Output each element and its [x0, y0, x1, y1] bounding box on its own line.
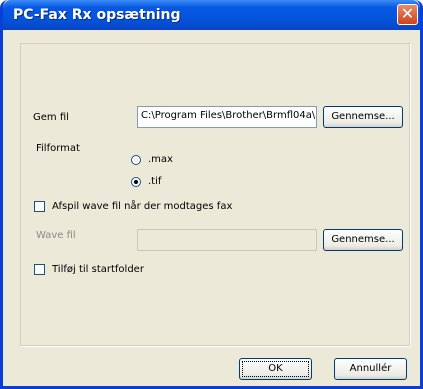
close-icon: ✕	[400, 4, 415, 23]
save-file-path-field[interactable]: C:\Program Files\Brother\Brmfl04a\	[137, 106, 317, 128]
wave-file-path-field[interactable]	[137, 229, 317, 251]
title-bar[interactable]: PC-Fax Rx opsætning ✕	[3, 0, 420, 30]
pcfax-rx-setup-dialog: PC-Fax Rx opsætning ✕ Gem fil C:\Program…	[0, 0, 423, 389]
focus-rectangle	[242, 361, 309, 377]
wave-file-label: Wave fil	[36, 230, 76, 241]
wave-file-browse-button[interactable]: Gennemse...	[323, 229, 403, 251]
close-button[interactable]: ✕	[397, 4, 418, 25]
window-title: PC-Fax Rx opsætning	[13, 7, 181, 23]
cancel-button[interactable]: Annullér	[334, 358, 407, 380]
play-wave-label: Afspil wave fil når der modtages fax	[52, 201, 233, 212]
ok-button[interactable]: OK	[239, 358, 312, 380]
startup-folder-checkbox[interactable]	[34, 264, 45, 275]
format-tif-radio[interactable]	[131, 177, 141, 187]
play-wave-checkbox[interactable]	[34, 201, 45, 212]
save-file-label: Gem fil	[33, 112, 69, 123]
settings-group	[20, 43, 410, 346]
format-max-radio[interactable]	[131, 155, 141, 165]
startup-folder-label: Tilføj til startfolder	[52, 264, 144, 275]
file-format-label: Filformat	[36, 143, 80, 154]
format-max-label: .max	[148, 154, 173, 165]
save-file-browse-button[interactable]: Gennemse...	[323, 106, 403, 128]
format-tif-label: .tif	[148, 176, 162, 187]
